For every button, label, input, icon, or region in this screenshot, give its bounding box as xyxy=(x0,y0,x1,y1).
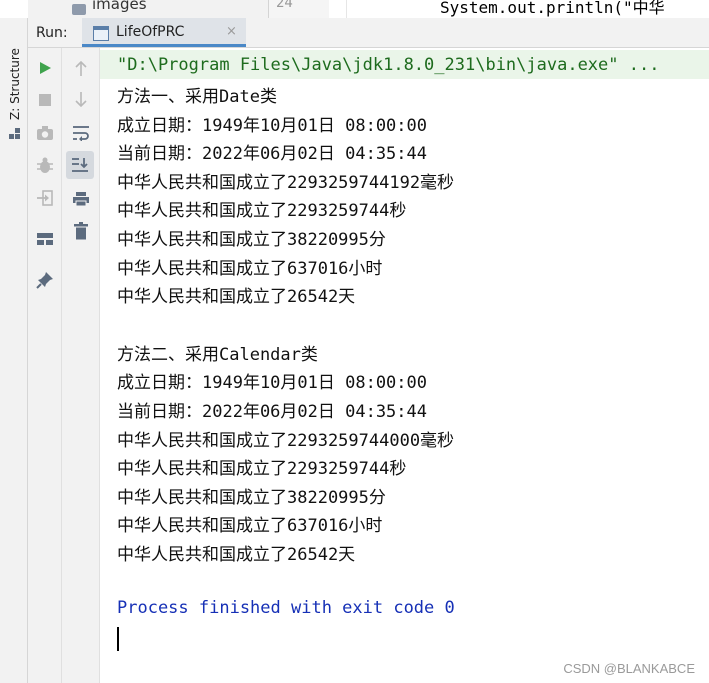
bug-icon[interactable] xyxy=(32,153,58,179)
close-icon[interactable]: × xyxy=(226,24,237,39)
run-toolbar-secondary xyxy=(62,48,100,683)
soft-wrap-icon[interactable] xyxy=(68,120,94,146)
console-line: 中华人民共和国成立了38220995分 xyxy=(117,230,386,250)
trash-icon[interactable] xyxy=(68,218,94,244)
console-line: 中华人民共和国成立了38220995分 xyxy=(117,488,386,508)
console-line: 中华人民共和国成立了2293259744000毫秒 xyxy=(117,431,455,451)
tab-lifeofprc[interactable]: LifeOfPRC × xyxy=(82,18,246,47)
editor-strip: images 24 System.out.println("中华 xyxy=(0,0,709,18)
console-line: 中华人民共和国成立了26542天 xyxy=(117,545,356,565)
project-tree-row[interactable]: images xyxy=(28,0,268,18)
console-line: 中华人民共和国成立了2293259744192毫秒 xyxy=(117,173,455,193)
console-line: 成立日期：1949年10月01日 08:00:00 xyxy=(117,373,427,393)
layout-icon[interactable] xyxy=(32,226,58,252)
text-caret xyxy=(117,627,119,651)
camera-icon[interactable] xyxy=(32,120,58,146)
console-output[interactable]: "D:\Program Files\Java\jdk1.8.0_231\bin\… xyxy=(100,48,709,683)
arrow-down-icon[interactable] xyxy=(68,87,94,113)
divider xyxy=(346,0,347,18)
console-line: 中华人民共和国成立了637016小时 xyxy=(117,516,383,536)
console-line: 中华人民共和国成立了2293259744秒 xyxy=(117,201,407,221)
run-label: Run: xyxy=(36,25,68,41)
console-line: 当前日期：2022年06月02日 04:35:44 xyxy=(117,402,427,422)
stop-icon[interactable] xyxy=(32,87,58,113)
watermark: CSDN @BLANKABCE xyxy=(563,661,695,676)
console-line: 方法一、采用Date类 xyxy=(117,87,277,107)
print-icon[interactable] xyxy=(68,186,94,212)
project-item-label[interactable]: images xyxy=(92,0,147,13)
console-icon xyxy=(93,26,109,41)
line-number: 24 xyxy=(276,0,293,11)
structure-label[interactable]: Z: Structure xyxy=(8,46,22,120)
console-line: 当前日期：2022年06月02日 04:35:44 xyxy=(117,144,427,164)
process-finished-message: Process finished with exit code 0 xyxy=(117,598,455,618)
command-text[interactable]: "D:\Program Files\Java\jdk1.8.0_231\bin\… xyxy=(117,55,659,75)
tab-label: LifeOfPRC xyxy=(116,24,185,40)
code-fragment[interactable]: System.out.println("中华 xyxy=(440,0,665,18)
run-panel-header: Run: LifeOfPRC × xyxy=(28,18,709,48)
pin-icon[interactable] xyxy=(32,267,58,293)
console-line: 中华人民共和国成立了637016小时 xyxy=(117,259,383,279)
arrow-up-icon[interactable] xyxy=(68,55,94,81)
tab-active-indicator xyxy=(82,44,246,47)
console-line: 成立日期：1949年10月01日 08:00:00 xyxy=(117,116,427,136)
run-icon[interactable] xyxy=(32,55,58,81)
console-line: 方法二、采用Calendar类 xyxy=(117,345,318,365)
login-icon[interactable] xyxy=(32,185,58,211)
structure-icon[interactable] xyxy=(9,128,21,140)
console-line: 中华人民共和国成立了2293259744秒 xyxy=(117,459,407,479)
command-line: "D:\Program Files\Java\jdk1.8.0_231\bin\… xyxy=(100,50,709,79)
folder-icon xyxy=(72,4,86,15)
scroll-to-end-icon[interactable] xyxy=(66,151,94,179)
editor-gutter: 24 xyxy=(269,0,329,18)
console-line: 中华人民共和国成立了26542天 xyxy=(117,287,356,307)
run-toolbar-primary xyxy=(28,48,62,683)
left-tool-window-bar: Z: Structure xyxy=(0,18,28,683)
